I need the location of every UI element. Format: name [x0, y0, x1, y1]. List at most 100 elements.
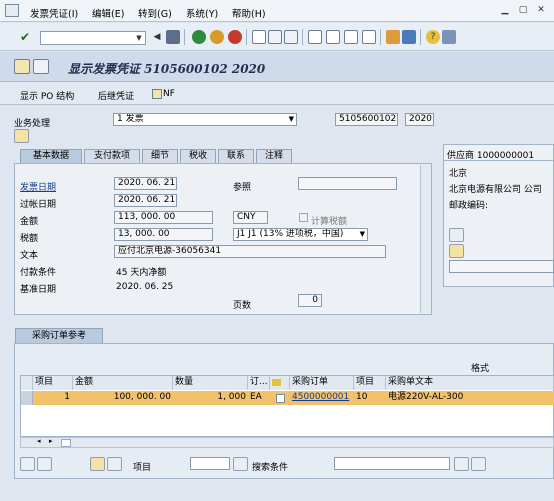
command-field[interactable]: ▼	[40, 31, 146, 45]
minimize-icon[interactable]: ▁	[498, 3, 512, 17]
search-criteria-input[interactable]	[334, 457, 450, 470]
baseline-date-label: 基准日期	[20, 285, 57, 295]
cell-item: 1	[64, 392, 70, 402]
reference-field[interactable]	[298, 177, 397, 190]
invoice-date-field[interactable]: 2020. 06. 21	[114, 177, 177, 190]
shortcut-icon[interactable]	[402, 30, 416, 44]
tab-contact[interactable]: 联系	[218, 149, 254, 163]
item-input[interactable]	[190, 457, 230, 470]
pages-field[interactable]: 0	[298, 294, 322, 307]
last-page-icon[interactable]	[362, 30, 376, 44]
tab-tax[interactable]: 税收	[180, 149, 216, 163]
tab-payment[interactable]: 支付款项	[84, 149, 140, 163]
posting-date-field[interactable]: 2020. 06. 21	[114, 194, 177, 207]
row-checkbox[interactable]	[276, 394, 285, 403]
doc-number-field[interactable]: 5105600102	[335, 113, 398, 126]
grid-select-all[interactable]	[21, 376, 33, 390]
chevron-down-icon[interactable]: ▼	[134, 33, 144, 43]
tab-notes[interactable]: 注释	[256, 149, 292, 163]
menu-system[interactable]: 系统(Y)	[186, 6, 218, 20]
scroll-right-icon[interactable]: ▸	[49, 437, 53, 445]
toolbar-separator	[184, 29, 185, 45]
col-header-quantity[interactable]: 数量	[173, 376, 248, 390]
menu-goto[interactable]: 转到(G)	[138, 6, 172, 20]
tax-code-select[interactable]: J1 J1 (13% 进项税，中国) ▼	[233, 228, 368, 241]
row-selector[interactable]	[21, 391, 33, 405]
toolbar-separator	[380, 29, 381, 45]
nf-button[interactable]: NF	[163, 89, 175, 99]
col-header-order-unit[interactable]: 订...	[248, 376, 270, 390]
chevron-down-icon[interactable]: ▼	[360, 229, 365, 240]
tab-details[interactable]: 细节	[142, 149, 178, 163]
cell-po-link[interactable]: 4500000001	[292, 391, 352, 405]
grid-hscrollbar[interactable]: ◂ ▸	[20, 437, 554, 448]
calc-tax-label: 计算税额	[311, 217, 348, 227]
filter-icon[interactable]	[107, 457, 122, 471]
exit-icon[interactable]	[210, 30, 224, 44]
menu-help[interactable]: 帮助(H)	[232, 6, 266, 20]
vendor-city: 北京	[449, 169, 468, 179]
amount-field[interactable]: 113, 000. 00	[114, 211, 213, 224]
binoculars-icon[interactable]	[454, 457, 469, 471]
folder-icon[interactable]	[14, 129, 29, 143]
new-session-icon[interactable]	[386, 30, 400, 44]
search-item-icon[interactable]	[233, 457, 248, 471]
menu-bar: 发票凭证(I) 编辑(E) 转到(G) 系统(Y) 帮助(H) ▁ ▢ ✕	[0, 0, 554, 22]
follow-on-docs-button[interactable]: 后继凭证	[98, 89, 134, 102]
col-header-item[interactable]: 项目	[33, 376, 73, 390]
help-icon[interactable]: ?	[426, 30, 440, 44]
scroll-left-icon[interactable]: ◂	[37, 437, 41, 445]
col-header-flag[interactable]	[270, 376, 290, 390]
fiscal-year-field[interactable]: 2020	[405, 113, 434, 126]
print-list-icon[interactable]	[90, 457, 105, 471]
tab-po-reference[interactable]: 采购订单参考	[15, 328, 103, 343]
text-field[interactable]: 应付北京电源-36056341	[114, 245, 386, 258]
menu-edit[interactable]: 编辑(E)	[92, 6, 124, 20]
close-icon[interactable]: ✕	[534, 3, 548, 17]
enter-check-icon[interactable]: ✔	[18, 30, 32, 44]
display-toggle-icon[interactable]	[14, 59, 30, 74]
select-all-icon[interactable]	[20, 457, 35, 471]
currency-field[interactable]: CNY	[233, 211, 268, 224]
toolbar-separator	[420, 29, 421, 45]
vendor-document-icon[interactable]	[449, 244, 464, 258]
find-next-icon[interactable]	[471, 457, 486, 471]
menu-invoice-doc[interactable]: 发票凭证(I)	[30, 6, 78, 20]
po-structure-button[interactable]: 显示 PO 结构	[20, 89, 74, 102]
find-icon[interactable]	[268, 30, 282, 44]
next-page-icon[interactable]	[344, 30, 358, 44]
nf-icon[interactable]	[152, 89, 162, 99]
col-header-po-item[interactable]: 项目	[354, 376, 386, 390]
panel-scrollbar[interactable]	[420, 165, 431, 313]
customize-layout-icon[interactable]	[442, 30, 456, 44]
col-header-po[interactable]: 采购订单	[290, 376, 354, 390]
maximize-icon[interactable]: ▢	[516, 3, 530, 17]
cell-quantity: 1, 000	[217, 392, 246, 402]
previous-page-icon[interactable]	[326, 30, 340, 44]
transaction-select[interactable]: 1 发票 ▼	[113, 113, 297, 126]
first-page-icon[interactable]	[308, 30, 322, 44]
chevron-down-icon[interactable]: ▼	[289, 114, 294, 125]
change-mode-icon[interactable]	[33, 59, 49, 74]
pages-label: 页数	[233, 301, 252, 311]
toolbar-separator	[246, 29, 247, 45]
collapse-left-icon[interactable]: ◀	[150, 30, 164, 44]
system-menu-icon[interactable]	[5, 4, 19, 17]
deselect-all-icon[interactable]	[37, 457, 52, 471]
save-icon[interactable]	[166, 30, 180, 44]
calc-tax-checkbox[interactable]	[299, 213, 308, 222]
cancel-icon[interactable]	[228, 30, 242, 44]
tax-field[interactable]: 13, 000. 00	[114, 228, 213, 241]
layout-label: 格式	[471, 364, 490, 374]
tab-basic-data[interactable]: 基本数据	[20, 149, 82, 163]
find-next-icon[interactable]	[284, 30, 298, 44]
col-header-po-text[interactable]: 采购单文本	[386, 376, 554, 390]
print-icon[interactable]	[252, 30, 266, 44]
back-icon[interactable]	[192, 30, 206, 44]
scroll-thumb[interactable]	[61, 439, 71, 447]
col-header-amount[interactable]: 金额	[73, 376, 173, 390]
invoice-date-label: 发票日期	[20, 183, 57, 193]
vendor-extra-field[interactable]	[449, 260, 554, 273]
vendor-detail-icon[interactable]	[449, 228, 464, 242]
tax-code-value: J1 J1 (13% 进项税，中国)	[237, 229, 344, 239]
